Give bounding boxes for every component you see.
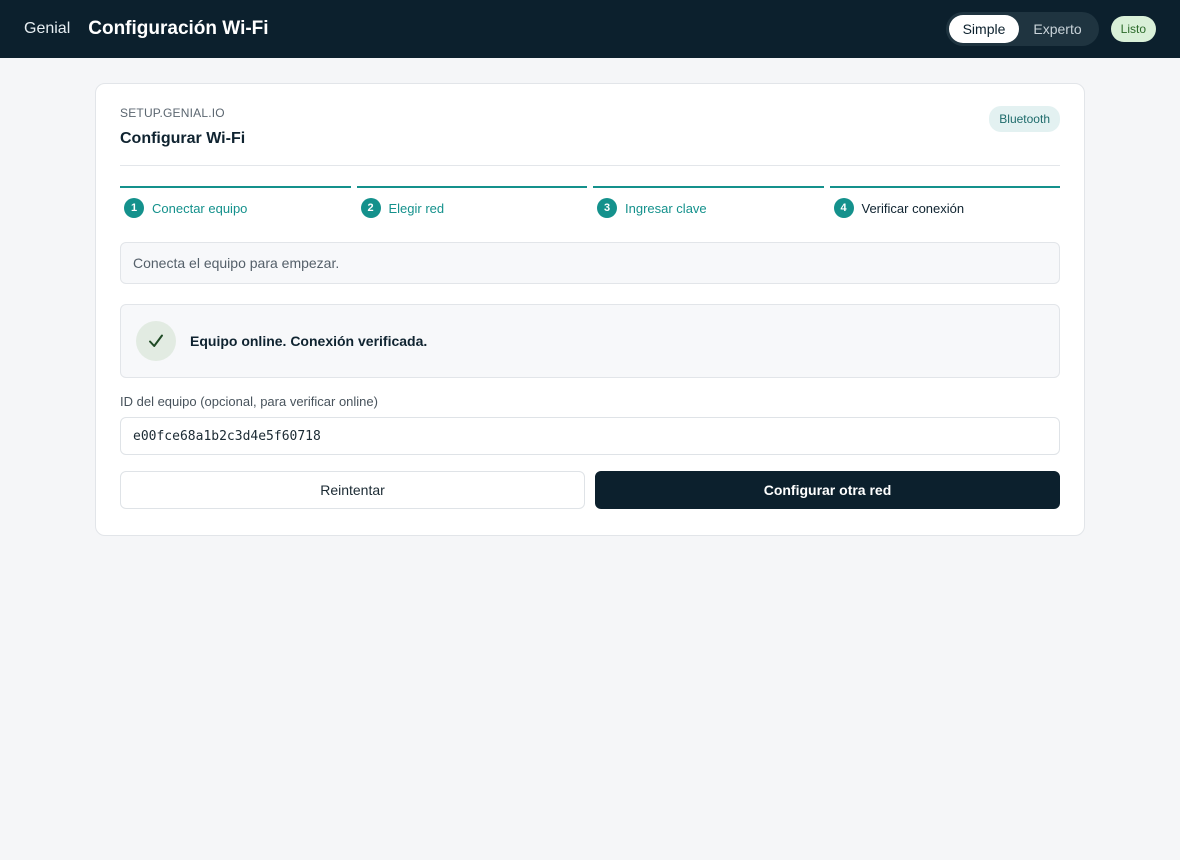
step-verify-connection[interactable]: 4 Verificar conexión — [829, 186, 1060, 218]
step-label: Conectar equipo — [152, 200, 248, 216]
connection-type-badge: Bluetooth — [989, 106, 1060, 132]
step-label: Elegir red — [388, 200, 445, 216]
retry-button[interactable]: Reintentar — [120, 471, 585, 509]
mode-simple-button[interactable]: Simple — [948, 15, 1020, 43]
step-number: 4 — [833, 198, 854, 218]
check-icon — [136, 321, 176, 361]
action-bar: Reintentar Configurar otra red — [120, 471, 1060, 509]
configure-another-network-button[interactable]: Configurar otra red — [595, 471, 1060, 509]
mode-toggle: Simple Experto — [945, 12, 1099, 46]
top-bar: Genial Configuración Wi-Fi Simple Expert… — [0, 0, 1180, 58]
status-badge: Listo — [1110, 16, 1156, 42]
step-label: Verificar conexión — [861, 200, 965, 216]
card-title: Configurar Wi-Fi — [120, 130, 246, 147]
step-choose-network[interactable]: 2 Elegir red — [356, 186, 587, 218]
step-number: 3 — [597, 198, 617, 218]
brand-name: Genial — [24, 20, 71, 37]
step-number: 2 — [360, 198, 381, 218]
card-header: SETUP.GENIAL.IO Configurar Wi-Fi Bluetoo… — [120, 106, 1060, 166]
setup-card: SETUP.GENIAL.IO Configurar Wi-Fi Bluetoo… — [95, 83, 1085, 536]
step-enter-password[interactable]: 3 Ingresar clave — [593, 186, 824, 218]
step-number: 1 — [124, 198, 144, 218]
card-eyebrow: SETUP.GENIAL.IO — [120, 106, 225, 120]
device-id-input[interactable] — [120, 417, 1060, 455]
step-label: Ingresar clave — [625, 200, 707, 216]
success-text: Equipo online. Conexión verificada. — [190, 333, 428, 349]
page-title: Configuración Wi-Fi — [88, 18, 269, 39]
mode-expert-button[interactable]: Experto — [1019, 15, 1095, 43]
check-icon-glyph — [149, 334, 163, 347]
device-id-label: ID del equipo (opcional, para verificar … — [120, 394, 378, 409]
stepper: 1 Conectar equipo 2 Elegir red 3 Ingresa… — [120, 186, 1060, 218]
step-connect-device[interactable]: 1 Conectar equipo — [120, 186, 351, 218]
info-message: Conecta el equipo para empezar. — [120, 242, 1060, 284]
success-message: Equipo online. Conexión verificada. — [120, 304, 1060, 378]
